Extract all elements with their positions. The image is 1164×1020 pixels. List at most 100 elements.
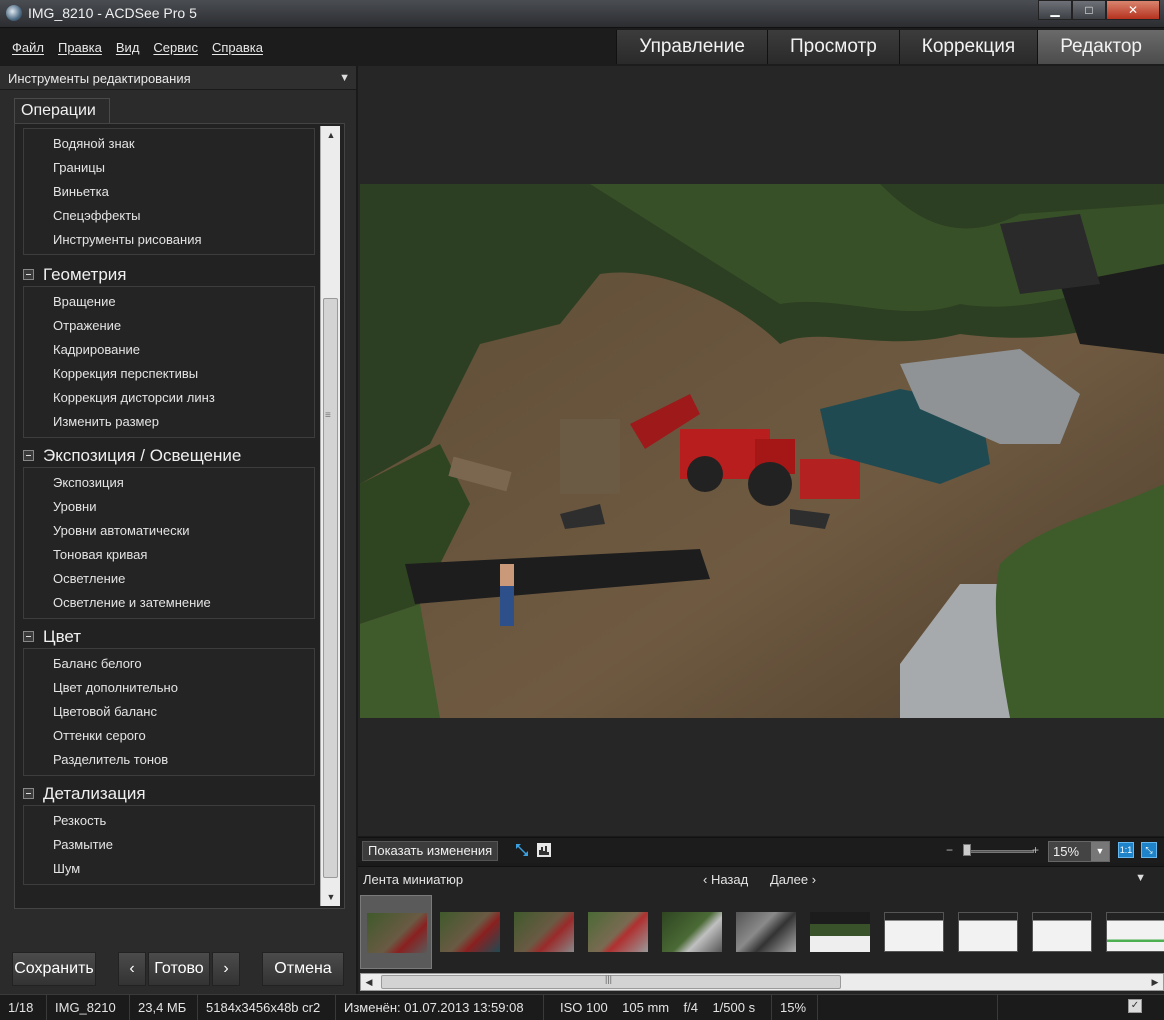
tool-grayscale[interactable]: Оттенки серого <box>24 724 314 748</box>
thumbnail[interactable] <box>508 895 580 969</box>
done-button[interactable]: Готово <box>148 952 210 986</box>
tool-perspective[interactable]: Коррекция перспективы <box>24 362 314 386</box>
tool-auto-levels[interactable]: Уровни автоматически <box>24 519 314 543</box>
filmstrip-scrollbar[interactable]: ◀ ||| ▶ <box>360 973 1164 991</box>
cancel-button[interactable]: Отмена <box>262 952 344 986</box>
fit-image-icon[interactable]: ⤡ <box>1141 842 1157 858</box>
save-button[interactable]: Сохранить <box>12 952 96 986</box>
tool-lens-distortion[interactable]: Коррекция дисторсии линз <box>24 386 314 410</box>
thumbnail[interactable] <box>1100 895 1164 969</box>
tool-white-balance[interactable]: Баланс белого <box>24 652 314 676</box>
scroll-right-icon[interactable]: ▶ <box>1147 974 1163 990</box>
operations-scrollbar[interactable]: ▲ ≡ ▼ <box>320 126 340 906</box>
group-effects: Водяной знак Границы Виньетка Спецэффект… <box>23 128 315 255</box>
status-zoom: 15% <box>772 995 818 1020</box>
scroll-down-icon[interactable]: ▼ <box>321 888 341 906</box>
thumbnail[interactable] <box>804 895 876 969</box>
group-title: Геометрия <box>43 265 127 284</box>
maximize-button[interactable]: □ <box>1072 0 1106 20</box>
tool-rotate[interactable]: Вращение <box>24 290 314 314</box>
thumbnail[interactable] <box>952 895 1024 969</box>
thumbnail-image <box>736 912 796 952</box>
tool-tone-curve[interactable]: Тоновая кривая <box>24 543 314 567</box>
window-title: IMG_8210 - ACDSee Pro 5 <box>28 5 197 21</box>
view-toolbar: Показать изменения − + 15% ▼ 1:1 ⤡ <box>358 837 1164 863</box>
scroll-up-icon[interactable]: ▲ <box>321 126 341 144</box>
thumbnail[interactable] <box>656 895 728 969</box>
zoom-slider-handle[interactable] <box>963 844 971 856</box>
panel-actions: Сохранить ‹ Готово › Отмена <box>0 952 356 988</box>
tool-flip[interactable]: Отражение <box>24 314 314 338</box>
close-button[interactable]: ✕ <box>1106 0 1160 20</box>
image-viewer <box>358 66 1164 836</box>
prev-button[interactable]: ‹ <box>118 952 146 986</box>
tool-crop[interactable]: Кадрирование <box>24 338 314 362</box>
thumbnail[interactable] <box>1026 895 1098 969</box>
status-filesize: 23,4 МБ <box>130 995 198 1020</box>
window-controls: ▁ □ ✕ <box>1038 0 1160 20</box>
tab-operations[interactable]: Операции <box>14 98 110 124</box>
menu-help[interactable]: Справка <box>212 40 263 55</box>
tool-special-effects[interactable]: Спецэффекты <box>24 204 314 228</box>
tool-watermark[interactable]: Водяной знак <box>24 132 314 156</box>
expand-icon[interactable] <box>514 842 530 858</box>
menu-bar: Файл Правка Вид Сервис Справка Управлени… <box>0 28 1164 66</box>
panel-header[interactable]: Инструменты редактирования ▼ <box>0 66 356 90</box>
tool-drawing[interactable]: Инструменты рисования <box>24 228 314 252</box>
chevron-down-icon[interactable]: ▼ <box>1091 842 1109 861</box>
tool-sharpen[interactable]: Резкость <box>24 809 314 833</box>
collapse-icon[interactable] <box>23 450 34 461</box>
tool-borders[interactable]: Границы <box>24 156 314 180</box>
menu-tools[interactable]: Сервис <box>153 40 198 55</box>
scroll-left-icon[interactable]: ◀ <box>361 974 377 990</box>
filmstrip-next-button[interactable]: Далее › <box>770 872 816 887</box>
mode-tab-manage[interactable]: Управление <box>616 30 767 64</box>
tool-blur[interactable]: Размытие <box>24 833 314 857</box>
group-color: Цвет Баланс белого Цвет дополнительно Цв… <box>23 626 315 776</box>
show-changes-button[interactable]: Показать изменения <box>362 841 499 861</box>
mode-tab-develop[interactable]: Коррекция <box>898 30 1038 64</box>
thumbnail[interactable] <box>582 895 654 969</box>
status-position: 1/18 <box>0 995 47 1020</box>
histogram-icon[interactable] <box>536 842 552 858</box>
tool-lighting[interactable]: Осветление <box>24 567 314 591</box>
menu-edit[interactable]: Правка <box>58 40 102 55</box>
check-icon[interactable]: ✓ <box>1128 999 1142 1013</box>
thumbnail[interactable] <box>434 895 506 969</box>
chevron-down-icon[interactable]: ▼ <box>1135 872 1146 884</box>
thumbnail[interactable] <box>878 895 950 969</box>
scrollbar-thumb[interactable] <box>323 298 338 878</box>
thumbnail[interactable] <box>730 895 802 969</box>
zoom-slider[interactable] <box>966 850 1034 853</box>
menu-file[interactable]: Файл <box>12 40 44 55</box>
minimize-button[interactable]: ▁ <box>1038 0 1072 20</box>
tool-vignette[interactable]: Виньетка <box>24 180 314 204</box>
thumbnail[interactable] <box>360 895 432 969</box>
collapse-icon[interactable] <box>23 269 34 280</box>
chevron-down-icon[interactable]: ▼ <box>339 72 350 84</box>
tool-split-tone[interactable]: Разделитель тонов <box>24 748 314 772</box>
mode-tab-edit[interactable]: Редактор <box>1037 30 1164 64</box>
tool-exposure[interactable]: Экспозиция <box>24 471 314 495</box>
thumbnail-image <box>662 912 722 952</box>
tool-dodge-burn[interactable]: Осветление и затемнение <box>24 591 314 615</box>
mode-tab-view[interactable]: Просмотр <box>766 30 899 64</box>
zoom-in-icon[interactable]: + <box>1032 843 1039 857</box>
group-title: Детализация <box>43 784 146 803</box>
tool-levels[interactable]: Уровни <box>24 495 314 519</box>
photo-preview[interactable] <box>360 184 1164 718</box>
actual-size-button[interactable]: 1:1 <box>1118 842 1134 858</box>
menu-view[interactable]: Вид <box>116 40 140 55</box>
collapse-icon[interactable] <box>23 631 34 642</box>
thumbnail-image <box>884 912 944 952</box>
next-button[interactable]: › <box>212 952 240 986</box>
tool-color-balance[interactable]: Цветовой баланс <box>24 700 314 724</box>
zoom-out-icon[interactable]: − <box>946 843 953 857</box>
tool-noise[interactable]: Шум <box>24 857 314 881</box>
status-dimensions: 5184x3456x48b cr2 <box>198 995 336 1020</box>
group-geometry: Геометрия Вращение Отражение Кадрировани… <box>23 264 315 438</box>
collapse-icon[interactable] <box>23 788 34 799</box>
tool-resize[interactable]: Изменить размер <box>24 410 314 434</box>
filmstrip-back-button[interactable]: ‹ Назад <box>703 872 748 887</box>
tool-color-advanced[interactable]: Цвет дополнительно <box>24 676 314 700</box>
